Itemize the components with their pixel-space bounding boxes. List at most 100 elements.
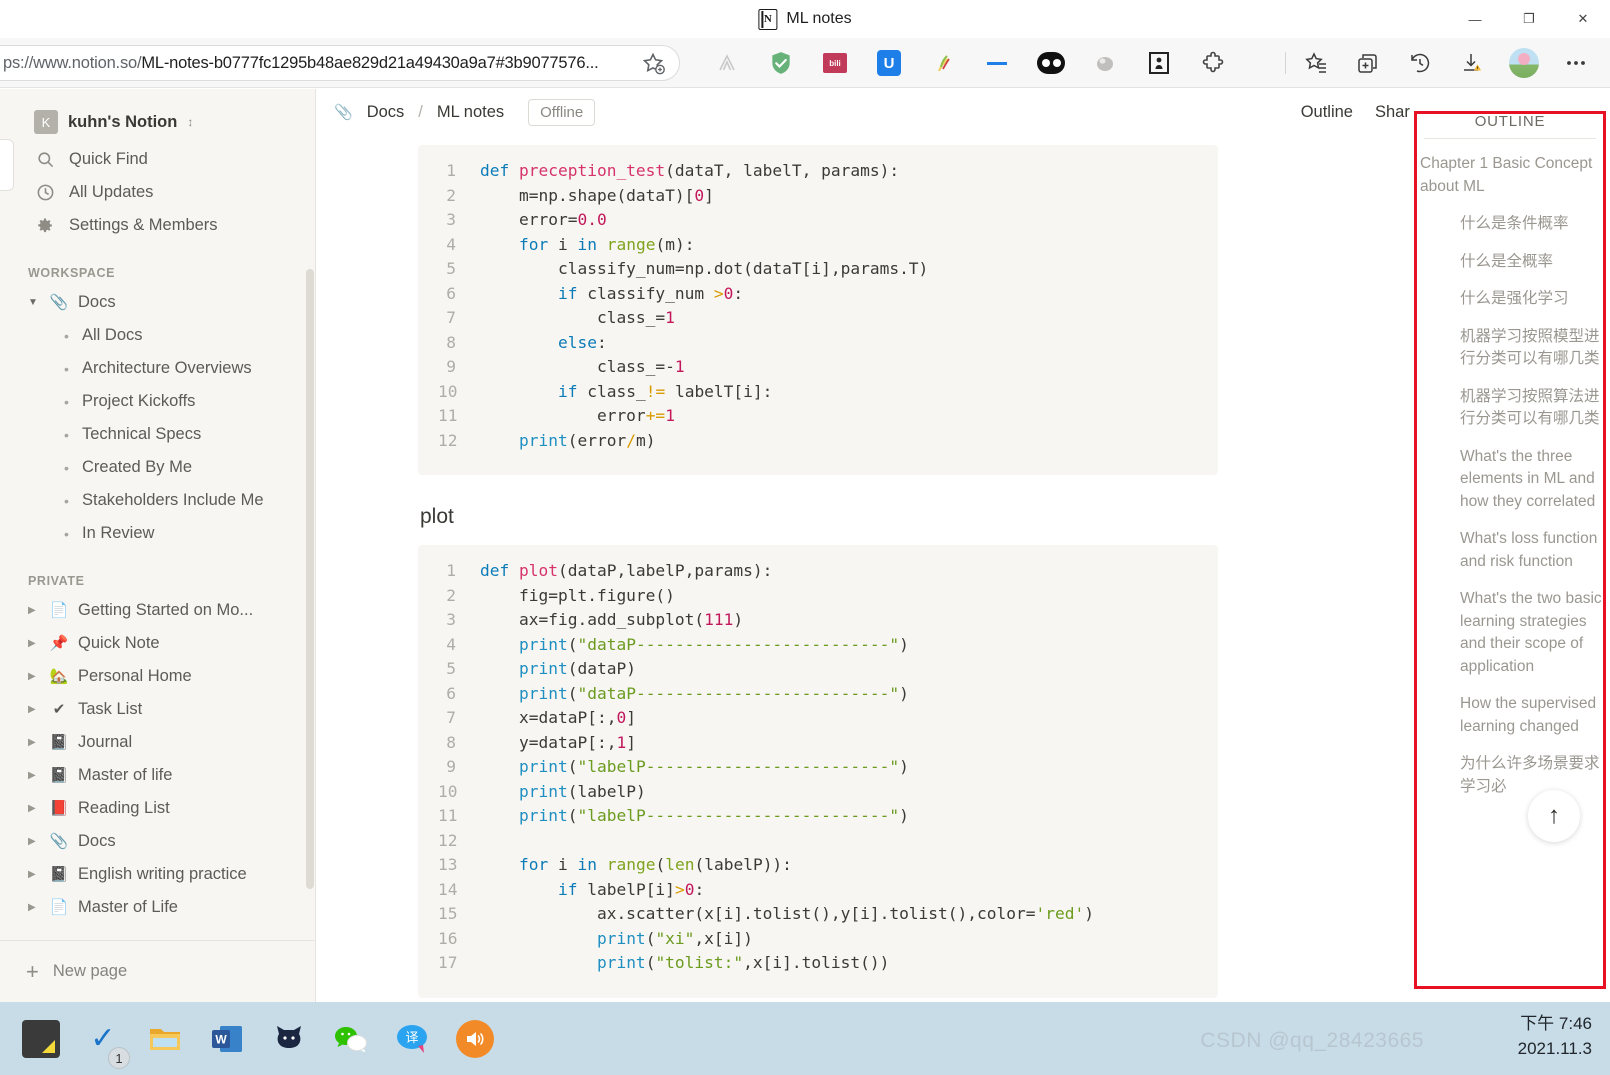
sidebar-item-created-by-me[interactable]: • Created By Me <box>8 451 307 484</box>
outline-item[interactable]: 什么是条件概率 <box>1410 213 1610 236</box>
sidebar-item-label: Docs <box>78 832 116 850</box>
workspace-switcher[interactable]: K kuhn's Notion ↕ <box>8 103 307 141</box>
outline-item[interactable]: 机器学习按照模型进行分类可以有哪几类 <box>1410 326 1610 371</box>
minimize-button[interactable]: — <box>1448 0 1502 38</box>
taskbar-word[interactable]: W <box>196 1002 258 1075</box>
chevron-right-icon[interactable]: ▶ <box>28 902 40 913</box>
sidebar-item-docs-private[interactable]: ▶ 📎 Docs <box>8 825 307 858</box>
code-line-number: 10 <box>438 781 458 801</box>
sidebar-item-in-review[interactable]: • In Review <box>8 517 307 550</box>
taskbar-sticky-notes[interactable] <box>10 1002 72 1075</box>
notion-app: K kuhn's Notion ↕ Quick Find All Updates… <box>0 89 1610 1002</box>
sidebar-item-master-of-life-lower[interactable]: ▶ 📓 Master of life <box>8 759 307 792</box>
back-to-top-button[interactable]: ↑ <box>1528 790 1580 842</box>
outline-item[interactable]: 什么是强化学习 <box>1410 288 1610 311</box>
code-line-number: 13 <box>438 855 458 874</box>
outline-item[interactable]: What's the three elements in ML and how … <box>1410 446 1610 514</box>
sidebar-item-project-kickoffs[interactable]: • Project Kickoffs <box>8 385 307 418</box>
collections-icon[interactable] <box>1342 38 1394 88</box>
sidebar-item-reading-list[interactable]: ▶ 📕 Reading List <box>8 792 307 825</box>
browser-tab[interactable]: N ML notes <box>758 8 852 30</box>
favorites-icon[interactable] <box>1290 38 1342 88</box>
history-icon[interactable] <box>1394 38 1446 88</box>
taskbar-cat-browser[interactable] <box>258 1002 320 1075</box>
code-line-number: 11 <box>438 806 458 825</box>
sidebar-item-technical-specs[interactable]: • Technical Specs <box>8 418 307 451</box>
profile-avatar[interactable] <box>1498 38 1550 88</box>
sidebar-item-english-writing-practice[interactable]: ▶ 📓 English writing practice <box>8 858 307 891</box>
sidebar-item-stakeholders-include-me[interactable]: • Stakeholders Include Me <box>8 484 307 517</box>
breadcrumb-docs[interactable]: Docs <box>362 101 410 124</box>
code-line-text: ax.scatter(x[i].tolist(),y[i].tolist(),c… <box>480 904 1094 923</box>
spring-onion-icon[interactable] <box>916 38 970 88</box>
sidebar-item-quick-find[interactable]: Quick Find <box>8 143 307 176</box>
outline-item[interactable]: How the supervised learning changed <box>1410 693 1610 738</box>
sidebar-item-architecture-overviews[interactable]: • Architecture Overviews <box>8 352 307 385</box>
svg-text:译: 译 <box>405 1031 418 1046</box>
sidebar-item-journal[interactable]: ▶ 📓 Journal <box>8 726 307 759</box>
close-button[interactable]: ✕ <box>1556 0 1610 38</box>
outline-item[interactable]: What's the two basic learning strategies… <box>1410 588 1610 678</box>
chevron-right-icon[interactable]: ▶ <box>28 836 40 847</box>
sidebar-item-all-updates[interactable]: All Updates <box>8 176 307 209</box>
outline-button[interactable]: Outline <box>1292 98 1362 127</box>
code-line: 11 error+=1 <box>438 404 1198 429</box>
sidebar-item-getting-started[interactable]: ▶ 📄 Getting Started on Mo... <box>8 594 307 627</box>
outline-item[interactable]: 为什么许多场景要求学习必 <box>1410 753 1610 798</box>
dark-reader-icon[interactable] <box>1024 38 1078 88</box>
chevron-right-icon[interactable]: ▶ <box>28 704 40 715</box>
sidebar-item-docs-root[interactable]: ▼ 📎 Docs <box>8 286 307 319</box>
outline-item[interactable]: 什么是全概率 <box>1410 251 1610 274</box>
address-bar[interactable]: ps://www.notion.so/ML-notes-b0777fc1295b… <box>0 45 680 81</box>
chevron-right-icon[interactable]: ▶ <box>28 638 40 649</box>
chevron-right-icon[interactable]: ▶ <box>28 671 40 682</box>
code-block-plot[interactable]: 1 def plot(dataP,labelP,params): 2 fig=plt… <box>418 545 1218 998</box>
chevron-right-icon[interactable]: ▶ <box>28 869 40 880</box>
chevron-down-icon[interactable]: ▼ <box>28 297 40 308</box>
code-line-text: x=dataP[:,0] <box>480 708 636 727</box>
chevron-right-icon[interactable]: ▶ <box>28 803 40 814</box>
settings-more-icon[interactable] <box>1550 38 1602 88</box>
underscore-icon[interactable] <box>970 38 1024 88</box>
add-favorite-icon[interactable] <box>641 51 665 75</box>
chevron-right-icon[interactable]: ▶ <box>28 770 40 781</box>
sidebar-item-master-of-life[interactable]: ▶ 📄 Master of Life <box>8 891 307 924</box>
adguard-shield-icon[interactable] <box>754 38 808 88</box>
chevron-right-icon[interactable]: ▶ <box>28 605 40 616</box>
sidebar-item-label: All Updates <box>69 183 154 201</box>
tampermonkey-icon[interactable] <box>1132 38 1186 88</box>
taskbar-todo[interactable]: ✓ 1 <box>72 1002 134 1075</box>
sidebar-item-settings-members[interactable]: Settings & Members <box>8 209 307 242</box>
code-line: 1 def plot(dataP,labelP,params): <box>438 559 1198 584</box>
new-page-button[interactable]: + New page <box>0 940 315 1002</box>
adskip-icon[interactable] <box>700 38 754 88</box>
sidebar-item-all-docs[interactable]: • All Docs <box>8 319 307 352</box>
taskbar-wechat[interactable] <box>320 1002 382 1075</box>
code-line-text: print("tolist:",x[i].tolist()) <box>596 953 890 972</box>
outline-item[interactable]: 机器学习按照算法进行分类可以有哪几类 <box>1410 386 1610 431</box>
youdao-dict-icon[interactable]: U <box>862 38 916 88</box>
check-icon: ✔ <box>52 701 66 718</box>
taskbar-file-explorer[interactable] <box>134 1002 196 1075</box>
gray-blob-icon[interactable] <box>1078 38 1132 88</box>
breadcrumb-ml-notes[interactable]: ML notes <box>432 101 509 124</box>
code-line-number: 9 <box>446 357 456 376</box>
system-clock[interactable]: 下午 7:46 2021.11.3 <box>1518 1011 1592 1061</box>
outline-item[interactable]: Chapter 1 Basic Concept about ML <box>1410 153 1610 198</box>
bilibili-icon[interactable]: bili <box>808 38 862 88</box>
downloads-icon[interactable] <box>1446 38 1498 88</box>
sidebar-item-quick-note[interactable]: ▶ 📌 Quick Note <box>8 627 307 660</box>
code-line-number: 5 <box>446 259 456 278</box>
sidebar-item-task-list[interactable]: ▶ ✔ Task List <box>8 693 307 726</box>
maximize-button[interactable]: ❐ <box>1502 0 1556 38</box>
code-line: 6 print("dataP--------------------------… <box>438 682 1198 707</box>
chevron-right-icon[interactable]: ▶ <box>28 737 40 748</box>
outline-item[interactable]: What's loss function and risk function <box>1410 528 1610 573</box>
sidebar-item-personal-home[interactable]: ▶ 🏡 Personal Home <box>8 660 307 693</box>
taskbar-volume[interactable] <box>444 1002 506 1075</box>
taskbar-youdao-translate[interactable]: 译 <box>382 1002 444 1075</box>
sidebar-collapse-handle[interactable] <box>0 139 14 191</box>
sidebar-scrollbar[interactable] <box>306 269 314 889</box>
puzzle-extensions-icon[interactable] <box>1186 38 1240 88</box>
code-block-preception-test[interactable]: 1 def preception_test(dataT, labelT, para… <box>418 145 1218 475</box>
